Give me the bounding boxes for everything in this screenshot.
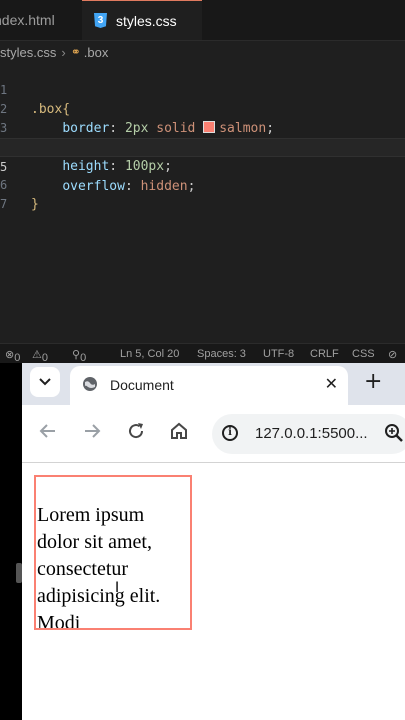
new-tab-button[interactable]: + [364,369,382,394]
warnings-status[interactable]: ⚠ 0 [32,348,48,364]
chevron-right-icon: › [61,44,66,60]
back-arrow-icon[interactable] [38,421,58,445]
breadcrumb: styles.css › ⚭ .box [0,41,108,63]
browser-tab[interactable]: Document ✕ [70,366,348,406]
cursor-position[interactable]: Ln 5, Col 20 [120,348,179,360]
editor-tab-bar: ndex.html 3 styles.css [0,0,405,41]
code-line[interactable]: 4 height: 100px; [0,119,405,174]
url-text[interactable]: 127.0.0.1:5500... [255,425,368,442]
code-line-active[interactable]: 5 overflow: hidden; [0,138,405,194]
tab-title: Document [110,377,174,393]
page-viewport: Lorem ipsum dolor sit amet, consectetur … [22,463,405,720]
code-line[interactable]: 3 width: 100px; [0,100,405,155]
tab-label: styles.css [116,12,177,29]
browser-toolbar: i 127.0.0.1:5500... [22,405,405,463]
ports-status[interactable]: ⚲ 0 [72,348,86,364]
close-tab-icon[interactable]: ✕ [325,374,338,393]
language-mode[interactable]: CSS [352,348,375,360]
browser-window: Document ✕ + i 127.0.0.1:5500... Lorem i… [22,363,405,720]
errors-status[interactable]: ⊗ 0 [5,348,20,364]
address-bar[interactable]: i 127.0.0.1:5500... [212,414,405,454]
encoding-status[interactable]: UTF-8 [263,348,294,360]
code-line[interactable]: 2 border: 2px solid salmon; [0,81,405,136]
code-line[interactable]: 1 .box{ [0,62,405,117]
code-line[interactable]: 6 } [0,157,405,212]
zoom-icon[interactable] [384,423,404,443]
text-cursor-icon: I [115,580,120,596]
code-editor: ndex.html 3 styles.css styles.css › ⚭ .b… [0,0,405,343]
tab-styles-css[interactable]: 3 styles.css [82,0,202,40]
notification-icon[interactable]: ⊘ [388,348,397,361]
box-text: Lorem ipsum dolor sit amet, consectetur … [37,504,161,630]
breadcrumb-file[interactable]: styles.css [0,45,56,60]
globe-icon [83,377,97,391]
salmon-box: Lorem ipsum dolor sit amet, consectetur … [34,475,192,630]
browser-tab-strip: Document ✕ + [22,363,405,406]
code-line[interactable]: 7 [0,176,405,211]
background-strip [0,363,22,720]
tab-search-button[interactable] [30,367,60,397]
site-info-icon[interactable]: i [222,425,238,441]
indentation-status[interactable]: Spaces: 3 [197,348,246,360]
css3-icon: 3 [94,13,107,28]
selector-icon: ⚭ [70,45,81,59]
line-number: 7 [0,197,8,211]
tab-label: ndex.html [0,12,55,28]
home-icon[interactable] [169,421,189,445]
code-area[interactable]: 1 .box{ 2 border: 2px solid salmon; 3 wi… [0,62,405,212]
tab-index-html[interactable]: ndex.html [0,0,82,40]
eol-status[interactable]: CRLF [310,348,339,360]
reload-icon[interactable] [126,421,146,445]
breadcrumb-symbol[interactable]: .box [84,45,109,60]
chevron-down-icon [39,378,51,386]
forward-arrow-icon[interactable] [82,421,102,445]
